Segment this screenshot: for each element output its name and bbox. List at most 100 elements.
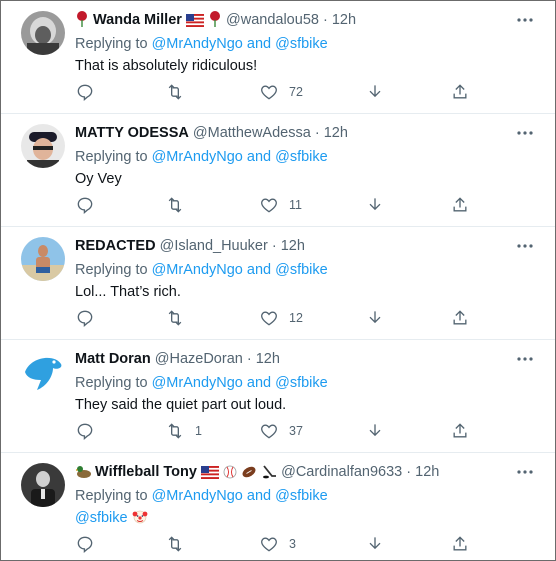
mention-link[interactable]: @MrAndyNgo [152,262,243,278]
separator-dot: · [246,351,252,367]
football-emoji [241,465,257,484]
replying-to-label: Replying to [75,488,148,504]
handle[interactable]: @Island_Huuker [160,238,268,254]
mention-link[interactable]: @MrAndyNgo [152,375,243,391]
display-name[interactable]: Wiffleball Tony [95,464,197,480]
and-label: and [246,375,272,391]
separator-dot: · [322,12,328,28]
retweet-button[interactable] [165,307,195,329]
share-button[interactable] [450,307,470,329]
retweet-button[interactable] [165,194,195,216]
baseball-emoji [223,465,237,484]
retweet-button[interactable] [165,533,195,555]
download-button[interactable] [365,420,385,442]
like-button[interactable]: 11 [259,194,302,216]
share-icon [450,308,470,328]
clown-face-emoji [132,509,148,530]
replying-to-label: Replying to [75,262,148,278]
avatar[interactable] [21,350,65,394]
more-icon[interactable] [515,239,535,251]
display-name[interactable]: Matt Doran [75,351,151,367]
tweet-item[interactable]: REDACTED @Island_Huuker · 12h Replying t… [1,227,555,340]
timestamp[interactable]: 12h [332,12,356,28]
like-button[interactable]: 72 [259,81,303,103]
handle[interactable]: @wandalou58 [226,12,319,28]
download-button[interactable] [365,307,385,329]
timestamp[interactable]: 12h [281,238,305,254]
mention-link[interactable]: @MrAndyNgo [152,36,243,52]
retweet-count: 1 [195,424,202,438]
download-button[interactable] [365,533,385,555]
replying-to: Replying to @MrAndyNgo and @sfbike [75,374,328,392]
separator-dot: · [406,464,412,480]
timestamp[interactable]: 12h [324,125,348,141]
mention-link[interactable]: @sfbike [275,149,328,165]
separator-dot: · [271,238,277,254]
and-label: and [246,488,272,504]
handle[interactable]: @HazeDoran [155,351,243,367]
download-icon [365,195,385,215]
tweet-header: REDACTED @Island_Huuker · 12h [75,237,305,255]
like-icon [259,82,279,102]
reply-button[interactable] [75,194,95,216]
mention-link[interactable]: @MrAndyNgo [152,149,243,165]
tweet-item[interactable]: Wiffleball Tony @Cardinalfan9633 · 12h R… [1,453,555,560]
mention-link[interactable]: @sfbike [275,36,328,52]
tweet-text: Lol... That’s rich. [75,284,181,300]
tweet-item[interactable]: Matt Doran @HazeDoran · 12h Replying to … [1,340,555,453]
mention-link[interactable]: @sfbike [75,510,128,526]
tweet-actions: 72 [75,81,475,103]
timestamp[interactable]: 12h [415,464,439,480]
replying-to-label: Replying to [75,149,148,165]
tweet-item[interactable]: Wanda Miller @wandalou58 · 12h Replying … [1,1,555,114]
and-label: and [246,262,272,278]
rose-emoji [208,11,222,32]
retweet-icon [165,534,185,554]
timestamp[interactable]: 12h [256,351,280,367]
replying-to: Replying to @MrAndyNgo and @sfbike [75,35,328,53]
replying-to-label: Replying to [75,36,148,52]
replying-to-label: Replying to [75,375,148,391]
mention-link[interactable]: @MrAndyNgo [152,488,243,504]
retweet-button[interactable] [165,81,195,103]
more-icon[interactable] [515,465,535,477]
share-icon [450,82,470,102]
more-icon[interactable] [515,352,535,364]
more-icon[interactable] [515,126,535,138]
replying-to: Replying to @MrAndyNgo and @sfbike [75,261,328,279]
display-name[interactable]: REDACTED [75,238,156,254]
avatar[interactable] [21,124,65,168]
mention-link[interactable]: @sfbike [275,375,328,391]
mention-link[interactable]: @sfbike [275,262,328,278]
like-count: 37 [289,424,303,438]
share-button[interactable] [450,81,470,103]
reply-button[interactable] [75,533,95,555]
reply-button[interactable] [75,307,95,329]
handle[interactable]: @Cardinalfan9633 [281,464,402,480]
download-button[interactable] [365,81,385,103]
share-button[interactable] [450,420,470,442]
like-icon [259,421,279,441]
share-button[interactable] [450,533,470,555]
like-icon [259,308,279,328]
display-name[interactable]: MATTY ODESSA [75,125,189,141]
share-button[interactable] [450,194,470,216]
avatar[interactable] [21,237,65,281]
reply-button[interactable] [75,420,95,442]
tweet-item[interactable]: MATTY ODESSA @MatthewAdessa · 12h Replyi… [1,114,555,227]
like-button[interactable]: 12 [259,307,303,329]
tweet-actions: 12 [75,307,475,329]
handle[interactable]: @MatthewAdessa [193,125,311,141]
like-button[interactable]: 37 [259,420,303,442]
like-button[interactable]: 3 [259,533,296,555]
mention-link[interactable]: @sfbike [275,488,328,504]
download-button[interactable] [365,194,385,216]
reply-button[interactable] [75,81,95,103]
avatar[interactable] [21,11,65,55]
avatar[interactable] [21,463,65,507]
display-name[interactable]: Wanda Miller [93,12,182,28]
more-icon[interactable] [515,13,535,25]
retweet-button[interactable]: 1 [165,420,202,442]
retweet-icon [165,308,185,328]
tweet-text: @sfbike [75,509,148,530]
